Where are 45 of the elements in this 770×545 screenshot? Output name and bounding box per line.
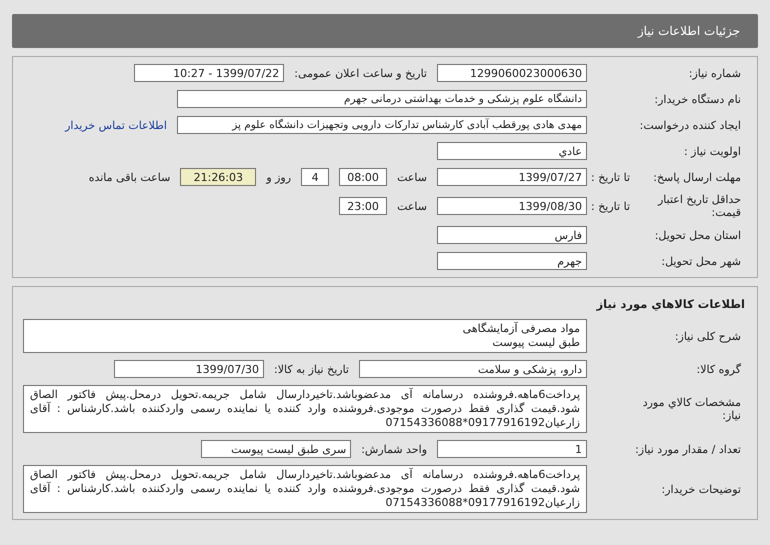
row-label: مهلت ارسال پاسخ: bbox=[653, 170, 742, 184]
field-label: روز و bbox=[266, 170, 292, 184]
row-label: ایجاد کننده درخواست: bbox=[640, 118, 742, 132]
value-field: 1 bbox=[437, 440, 587, 458]
row-label: شرح کلی نیاز: bbox=[674, 330, 742, 342]
value-field: دانشگاه علوم پزشکی و خدمات بهداشتی درمانی جهرم bbox=[177, 90, 587, 108]
row-label: توضیحات خریدار: bbox=[662, 482, 742, 496]
text-area[interactable]: پرداخت6ماهه.فروشنده درسامانه آی مدعضوباشد.تاخیردارسال شامل جریمه.تحویل درمحل.پیش فاکتور الصاق شود.قیمت گذاری فقط درصورت موجودی.فروشنده وارد کننده یا نماینده رسمی واردکننده باشد.کارشناس : آقای زارعیان09177916192*07154336088 bbox=[23, 385, 587, 433]
contact-link[interactable]: اطلاعات تماس خریدار bbox=[65, 118, 167, 132]
row-label: استان محل تحویل: bbox=[654, 228, 742, 242]
field-label: ساعت bbox=[397, 170, 427, 184]
value-field: 1399/07/22 - 10:27 bbox=[134, 64, 284, 82]
text-area[interactable]: مواد مصرفی آزمایشگاهی طبق لیست پیوست bbox=[23, 319, 587, 353]
value-field: 1399/08/30 bbox=[437, 197, 587, 215]
field-label: ساعت bbox=[397, 200, 427, 212]
value-field: دارو، پزشکی و سلامت bbox=[359, 360, 587, 378]
value-field: 23:00 bbox=[339, 197, 388, 215]
field-label: ساعت باقی مانده bbox=[88, 170, 170, 184]
value-field: 1299060023000630 bbox=[437, 64, 587, 82]
value-field: 1399/07/27 bbox=[437, 168, 587, 186]
row-label: شماره نیاز: bbox=[688, 66, 742, 80]
row-sublabel: تا تاریخ : bbox=[590, 200, 630, 212]
field-label: تاریخ نیاز به کالا: bbox=[274, 362, 349, 376]
row-label: مشخصات کالاي مورد نیاز: bbox=[642, 396, 742, 422]
page-header: جزئیات اطلاعات نیاز bbox=[12, 14, 758, 48]
row-label: تعداد / مقدار مورد نیاز: bbox=[635, 442, 742, 456]
value-field: جهرم bbox=[437, 252, 587, 270]
row-label: گروه کالا: bbox=[696, 362, 742, 376]
value-field: فارس bbox=[437, 226, 587, 244]
value-field: مهدی هادی پورقطب آبادی کارشناس تدارکات دارویی وتجهیزات دانشگاه علوم پز bbox=[177, 116, 587, 134]
text-area[interactable]: پرداخت6ماهه.فروشنده درسامانه آی مدعضوباشد.تاخیردارسال شامل جریمه.تحویل درمحل.پیش فاکتور الصاق شود.قیمت گذاری فقط درصورت موجودی.فروشنده وارد کننده یا نماینده رسمی واردکننده باشد.کارشناس : آقای زارعیان09177916192*07154336088 bbox=[23, 465, 587, 513]
row-label: اولویت نیاز : bbox=[684, 144, 742, 158]
row-label: نام دستگاه خریدار: bbox=[654, 92, 742, 106]
value-field: 1399/07/30 bbox=[114, 360, 264, 378]
row-label: شهر محل تحویل: bbox=[661, 254, 742, 268]
row-sublabel: تا تاریخ : bbox=[590, 170, 630, 184]
value-field: سری طبق لیست پیوست bbox=[201, 440, 352, 458]
value-field: 08:00 bbox=[339, 168, 388, 186]
field-label: تاریخ و ساعت اعلان عمومی: bbox=[294, 66, 427, 80]
value-field: 4 bbox=[301, 168, 330, 186]
section-title: اطلاعات کالاهاي مورد نیاز bbox=[595, 296, 746, 313]
value-field: عادي bbox=[437, 142, 587, 160]
countdown-field: 21:26:03 bbox=[180, 168, 256, 186]
row-label: حداقل تاریخ اعتبار قیمت: bbox=[656, 193, 742, 219]
field-label: واحد شمارش: bbox=[361, 442, 427, 456]
